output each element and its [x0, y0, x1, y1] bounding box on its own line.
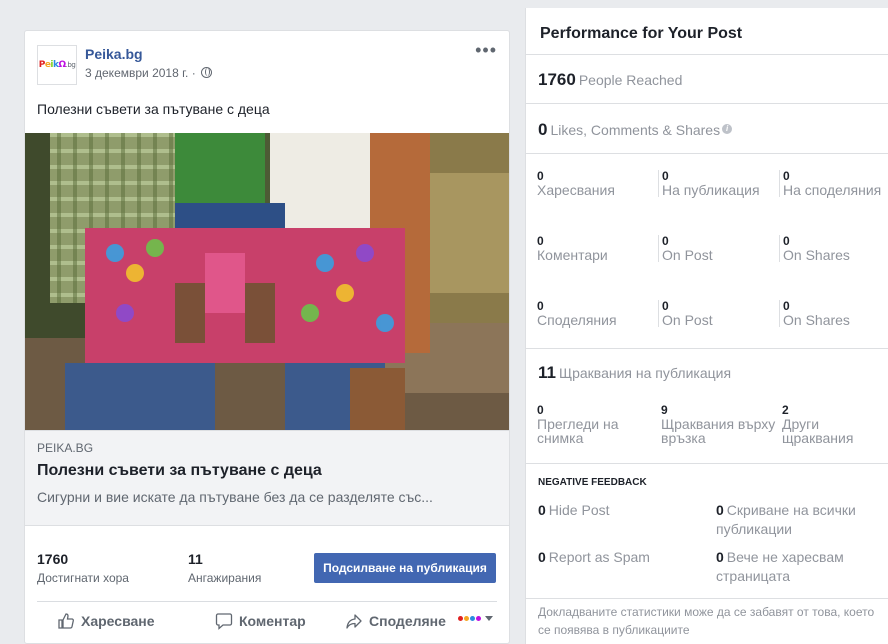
reached-value: 1760 — [37, 551, 69, 567]
neg-value: 0 — [716, 549, 724, 565]
neg-value: 0 — [716, 502, 724, 518]
link-preview[interactable]: PEIKA.BG Полезни съвети за пътуване с де… — [25, 430, 509, 526]
metric-other-clicks: 2 Други щраквания — [782, 404, 882, 446]
reached-label: Достигнати хора — [37, 571, 129, 585]
like-button[interactable]: Харесване — [57, 612, 155, 630]
lcs-summary: 0 Likes, Comments & Shares i — [538, 120, 733, 140]
info-icon[interactable]: i — [722, 124, 733, 134]
lcs-section: 0 Likes, Comments & Shares i — [526, 103, 888, 153]
neg-label: Hide Post — [548, 502, 610, 518]
metric-label: On Post — [662, 312, 713, 328]
engagements-label: Ангажирания — [188, 571, 262, 585]
post-clicks-summary: 11 Щраквания на публикация — [538, 363, 731, 383]
neg-unlike-page: 0 Вече не харесвам страницата — [716, 548, 881, 586]
post-date-text[interactable]: 3 декември 2018 г. · — [85, 66, 199, 80]
link-title[interactable]: Полезни съвети за пътуване с деца — [37, 462, 322, 480]
engagements-stat[interactable]: 11 Ангажирания — [188, 551, 261, 585]
page-avatar[interactable]: Ρe i k Ω .bg — [37, 45, 77, 85]
metric-likes: 0 Харесвания — [537, 170, 615, 198]
share-button[interactable]: Споделяне — [345, 612, 446, 630]
post-image[interactable] — [25, 133, 509, 430]
people-reached: 1760 People Reached — [538, 70, 682, 90]
neg-label: Report as Spam — [548, 549, 650, 565]
engagements-value: 11 — [188, 551, 203, 567]
more-options-icon[interactable]: ••• — [475, 41, 497, 59]
neg-label: Вече не харесвам страницата — [716, 549, 844, 584]
stats-delay-footnote: Докладваните статистики може да се забав… — [538, 605, 875, 637]
link-domain: PEIKA.BG — [37, 441, 94, 455]
thumbs-up-icon — [58, 613, 74, 629]
negative-feedback-section: NEGATIVE FEEDBACK 0 Hide Post 0 Скриване н… — [526, 463, 888, 598]
metric-label: Прегледи на снимка — [537, 416, 619, 446]
metric-shares-on-shares: 0 On Shares — [779, 300, 850, 327]
post-actions-row: Харесване Коментар Споделяне — [37, 601, 497, 644]
metric-label: On Shares — [783, 312, 850, 328]
boost-post-button[interactable]: Подсилване на публикация — [314, 553, 496, 583]
lcs-value: 0 — [538, 120, 548, 139]
insights-panel: Performance for Your Post 1760 People Rea… — [525, 8, 888, 644]
link-description: Сигурни и вие искате да пътуване без да … — [37, 489, 433, 505]
audience-selector[interactable] — [458, 616, 493, 621]
metric-photo-views: 0 Прегледи на снимка — [537, 404, 647, 446]
share-arrow-icon — [346, 614, 362, 629]
metric-label: On Post — [662, 247, 713, 263]
insights-title: Performance for Your Post — [540, 25, 743, 42]
neg-label: Скриване на всички публикации — [716, 502, 856, 537]
post-date[interactable]: 3 декември 2018 г. · — [85, 66, 213, 80]
caret-down-icon — [485, 616, 493, 621]
post-header: Ρe i k Ω .bg Peika.bg 3 декември 2018 г. · •… — [37, 41, 497, 87]
globe-icon — [201, 67, 213, 78]
post-stats-row: 1760 Достигнати хора 11 Ангажирания Подс… — [25, 539, 509, 591]
metric-label: On Shares — [783, 247, 850, 263]
comment-label: Коментар — [239, 613, 306, 629]
lcs-label: Likes, Comments & Shares — [550, 122, 721, 138]
comment-bubble-icon — [215, 613, 233, 630]
like-label: Харесване — [81, 613, 155, 629]
metric-label: Други щраквания — [782, 416, 854, 446]
metric-label: Щраквания върху връзка — [661, 416, 776, 446]
neg-hide-post: 0 Hide Post — [538, 501, 698, 520]
metric-shares: 0 Споделяния — [537, 300, 617, 328]
metric-comments: 0 Коментари — [537, 235, 608, 263]
metric-label: На публикация — [662, 182, 760, 198]
reached-stat[interactable]: 1760 Достигнати хора — [37, 551, 129, 585]
family-photo-illustration — [25, 133, 509, 430]
metric-link-clicks: 9 Щраквания върху връзка — [661, 404, 776, 446]
metric-likes-on-shares: 0 На споделяния — [779, 170, 881, 197]
neg-hide-all: 0 Скриване на всички публикации — [716, 501, 881, 539]
metric-label: На споделяния — [783, 182, 882, 198]
metric-label: Коментари — [537, 247, 608, 263]
negative-feedback-header: NEGATIVE FEEDBACK — [538, 477, 647, 488]
people-reached-section: 1760 People Reached — [526, 54, 888, 103]
metric-likes-on-post: 0 На публикация — [658, 170, 760, 197]
metric-comments-on-post: 0 On Post — [658, 235, 713, 262]
metric-shares-on-post: 0 On Post — [658, 300, 713, 327]
people-reached-label: People Reached — [578, 72, 683, 88]
post-clicks-section: 11 Щраквания на публикация 0 Прегледи на … — [526, 348, 888, 463]
metric-comments-on-shares: 0 On Shares — [779, 235, 850, 262]
post-clicks-value: 11 — [538, 363, 556, 382]
post-clicks-label: Щраквания на публикация — [558, 365, 732, 381]
reactions-breakdown: 0 Харесвания 0 На публикация 0 На сподел… — [526, 153, 888, 348]
comment-button[interactable]: Коментар — [215, 612, 306, 630]
people-reached-value: 1760 — [538, 70, 576, 89]
neg-value: 0 — [538, 502, 546, 518]
post-text: Полезни съвети за пътуване с деца — [37, 101, 270, 117]
page-name-link[interactable]: Peika.bg — [85, 46, 143, 62]
footnote-divider — [526, 598, 888, 599]
neg-value: 0 — [538, 549, 546, 565]
metric-label: Споделяния — [537, 312, 617, 328]
post-card: Ρe i k Ω .bg Peika.bg 3 декември 2018 г. · •… — [24, 30, 510, 644]
page-avatar-mini-icon — [458, 616, 481, 621]
share-label: Споделяне — [369, 613, 446, 629]
neg-report-spam: 0 Report as Spam — [538, 548, 698, 567]
metric-label: Харесвания — [537, 182, 615, 198]
